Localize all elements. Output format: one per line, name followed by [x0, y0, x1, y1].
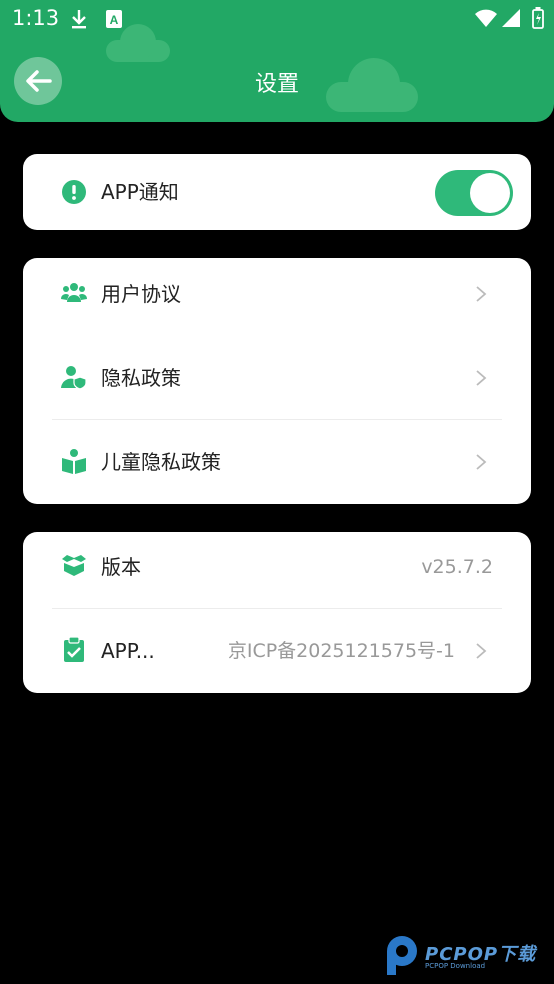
pcpop-logo-icon — [387, 936, 417, 975]
child-privacy-row[interactable]: 儿童隐私政策 — [23, 420, 531, 504]
users-icon — [61, 283, 87, 302]
version-label: 版本 — [101, 555, 141, 579]
icp-label: APP... — [101, 639, 155, 663]
box-icon — [62, 555, 86, 576]
chevron-right-icon — [476, 286, 487, 302]
notification-toggle[interactable] — [435, 170, 513, 216]
alert-icon — [62, 180, 86, 204]
toggle-knob — [470, 173, 510, 213]
status-time: 1:13 — [12, 6, 60, 30]
notification-row: APP通知 — [23, 154, 531, 230]
version-row: 版本 v25.7.2 — [23, 525, 531, 609]
notification-card: APP通知 — [23, 154, 531, 230]
child-privacy-label: 儿童隐私政策 — [101, 450, 221, 474]
version-value: v25.7.2 — [421, 556, 493, 578]
app-header: 1:13 A 设置 — [0, 0, 554, 122]
signal-icon — [502, 9, 520, 27]
battery-icon — [532, 7, 544, 29]
chevron-right-icon — [476, 454, 487, 470]
notification-label: APP通知 — [101, 180, 179, 204]
chevron-right-icon — [476, 643, 487, 659]
privacy-policy-label: 隐私政策 — [101, 366, 181, 390]
chevron-right-icon — [476, 370, 487, 386]
legal-card: 用户协议 隐私政策 儿童隐私政策 — [23, 258, 531, 504]
download-icon — [72, 10, 86, 29]
user-agreement-row[interactable]: 用户协议 — [23, 252, 531, 336]
page-title: 设置 — [254, 72, 299, 97]
user-shield-icon — [61, 366, 87, 390]
cloud-decoration — [106, 24, 170, 62]
app-store-icon: A — [106, 10, 122, 28]
wifi-icon — [475, 9, 497, 27]
status-bar: 1:13 A — [0, 0, 554, 38]
user-agreement-label: 用户协议 — [101, 282, 181, 306]
clipboard-check-icon — [64, 637, 84, 662]
svg-text:A: A — [110, 13, 119, 27]
icp-row[interactable]: APP... 京ICP备2025121575号-1 — [23, 609, 531, 693]
icp-value: 京ICP备2025121575号-1 — [227, 640, 455, 662]
book-reader-icon — [62, 449, 86, 474]
privacy-policy-row[interactable]: 隐私政策 — [23, 336, 531, 420]
watermark: PCPOP下载 PCPOP Download — [383, 934, 553, 978]
watermark-subtext: PCPOP Download — [425, 962, 486, 970]
info-card: 版本 v25.7.2 APP... 京ICP备2025121575号-1 — [23, 532, 531, 693]
